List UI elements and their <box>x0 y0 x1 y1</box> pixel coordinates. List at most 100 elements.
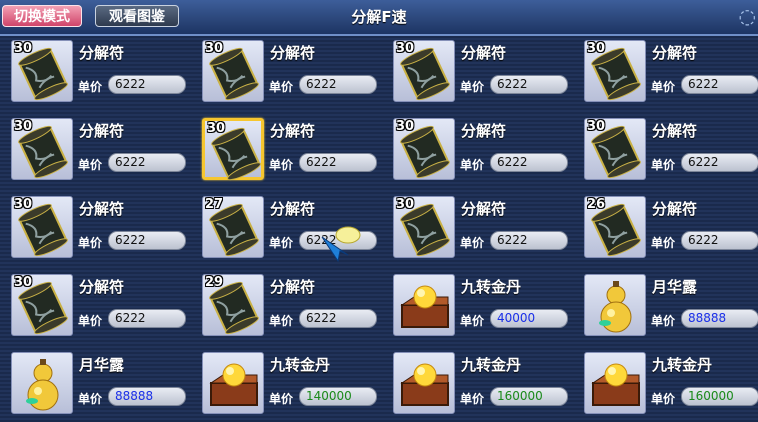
price-label: 单价 <box>460 158 485 172</box>
item-quantity: 27 <box>205 197 224 212</box>
scroll-icon[interactable]: 30 <box>393 196 455 258</box>
price-label: 单价 <box>460 392 485 406</box>
scroll-icon[interactable]: 30 <box>11 40 73 102</box>
item-cell[interactable]: 九转金丹 单价 160000 <box>573 350 758 420</box>
item-quantity: 30 <box>205 41 224 56</box>
price-value: 88888 <box>681 309 758 328</box>
scroll-icon[interactable]: 30 <box>11 196 73 258</box>
price-value: 6222 <box>299 75 377 94</box>
item-cell[interactable]: 29 分解符单价 6222 <box>191 272 381 342</box>
price-value: 6222 <box>490 153 568 172</box>
item-cell[interactable]: 26 分解符 单价 6222 <box>573 194 758 264</box>
item-name: 分解符 <box>652 122 698 140</box>
price-label: 单价 <box>269 158 294 172</box>
price-value: 6222 <box>108 75 186 94</box>
price-value: 6222 <box>681 75 758 94</box>
scroll-icon[interactable]: 30 <box>11 274 73 336</box>
item-cell[interactable]: 30 分解符单价 6222 <box>573 116 758 186</box>
item-name: 分解符 <box>270 122 316 140</box>
item-name: 分解符 <box>461 200 507 218</box>
item-name: 分解符 <box>270 278 316 296</box>
item-name: 分解符 <box>79 200 125 218</box>
item-name: 分解符 <box>461 44 507 62</box>
price-value: 6222 <box>108 309 186 328</box>
price-label: 单价 <box>651 236 676 250</box>
item-name: 九转金丹 <box>652 356 713 374</box>
scroll-icon[interactable]: 30 <box>202 40 264 102</box>
scroll-icon[interactable]: 26 <box>584 196 646 258</box>
scroll-icon[interactable]: 30 <box>393 118 455 180</box>
gourd-icon[interactable] <box>584 274 646 336</box>
elixir-box-icon[interactable] <box>393 352 455 414</box>
price-label: 单价 <box>269 392 294 406</box>
price-value: 6222 <box>299 153 377 172</box>
item-name: 分解符 <box>461 122 507 140</box>
scroll-icon[interactable]: 29 <box>202 274 264 336</box>
item-cell[interactable]: 30 分解符 单价 6222 <box>382 194 572 264</box>
price-label: 单价 <box>269 236 294 250</box>
item-cell[interactable]: 30 分解符单价 6222 <box>191 116 381 186</box>
item-quantity: 30 <box>396 119 415 134</box>
price-value: 6222 <box>681 231 758 250</box>
price-value: 140000 <box>299 387 377 406</box>
elixir-box-icon[interactable] <box>393 274 455 336</box>
item-cell[interactable]: 九转金丹单价 140000 <box>191 350 381 420</box>
item-name: 九转金丹 <box>270 356 331 374</box>
scroll-icon[interactable]: 27 <box>202 196 264 258</box>
price-value: 6222 <box>681 153 758 172</box>
item-cell[interactable]: 30 分解符 单价 6222 <box>573 38 758 108</box>
price-label: 单价 <box>78 392 103 406</box>
price-label: 单价 <box>78 80 103 94</box>
item-quantity: 26 <box>587 197 606 212</box>
price-label: 单价 <box>269 314 294 328</box>
item-quantity: 30 <box>396 41 415 56</box>
item-cell[interactable]: 30 分解符单价 6222 <box>382 38 572 108</box>
gourd-icon[interactable] <box>11 352 73 414</box>
price-value: 40000 <box>490 309 568 328</box>
item-cell[interactable]: 30 分解符 单价 6222 <box>0 194 190 264</box>
scroll-icon[interactable]: 30 <box>393 40 455 102</box>
item-name: 月华露 <box>652 278 698 296</box>
item-cell[interactable]: 九转金丹单价 40000 <box>382 272 572 342</box>
scroll-icon[interactable]: 30 <box>202 118 264 181</box>
item-cell[interactable]: 30 分解符单价 6222 <box>382 116 572 186</box>
item-cell[interactable]: 月华露 单价 88888 <box>0 350 190 420</box>
item-name: 九转金丹 <box>461 356 522 374</box>
price-label: 单价 <box>651 158 676 172</box>
item-cell[interactable]: 月华露 单价 88888 <box>573 272 758 342</box>
elixir-box-icon[interactable] <box>202 352 264 414</box>
item-cell[interactable]: 九转金丹单价 160000 <box>382 350 572 420</box>
item-quantity: 30 <box>14 275 33 290</box>
price-value: 88888 <box>108 387 186 406</box>
item-quantity: 30 <box>14 119 33 134</box>
price-value: 6222 <box>299 309 377 328</box>
price-value: 6222 <box>490 231 568 250</box>
item-name: 分解符 <box>79 278 125 296</box>
scroll-icon[interactable]: 30 <box>584 118 646 180</box>
item-name: 分解符 <box>652 44 698 62</box>
price-value: 160000 <box>490 387 568 406</box>
price-value: 6222 <box>490 75 568 94</box>
item-name: 分解符 <box>79 122 125 140</box>
swirl-ornament-icon: ◌ <box>738 4 756 28</box>
scroll-icon[interactable]: 30 <box>11 118 73 180</box>
scroll-icon[interactable]: 30 <box>584 40 646 102</box>
price-label: 单价 <box>460 80 485 94</box>
price-label: 单价 <box>78 236 103 250</box>
elixir-box-icon[interactable] <box>584 352 646 414</box>
top-bar: 切换模式 观看图鉴 分解F速 ◌ <box>0 0 758 36</box>
item-name: 分解符 <box>79 44 125 62</box>
item-quantity: 30 <box>396 197 415 212</box>
item-name: 九转金丹 <box>461 278 522 296</box>
price-label: 单价 <box>651 392 676 406</box>
item-quantity: 30 <box>587 119 606 134</box>
window-title: 分解F速 <box>351 8 407 26</box>
price-label: 单价 <box>78 158 103 172</box>
item-cell[interactable]: 30 分解符 单价 6222 <box>191 38 381 108</box>
item-quantity: 30 <box>14 197 33 212</box>
item-cell[interactable]: 30 分解符单价 6222 <box>0 38 190 108</box>
item-quantity: 30 <box>207 121 226 136</box>
price-label: 单价 <box>460 314 485 328</box>
item-cell[interactable]: 30 分解符 单价 6222 <box>0 116 190 186</box>
item-cell[interactable]: 30 分解符 单价 6222 <box>0 272 190 342</box>
